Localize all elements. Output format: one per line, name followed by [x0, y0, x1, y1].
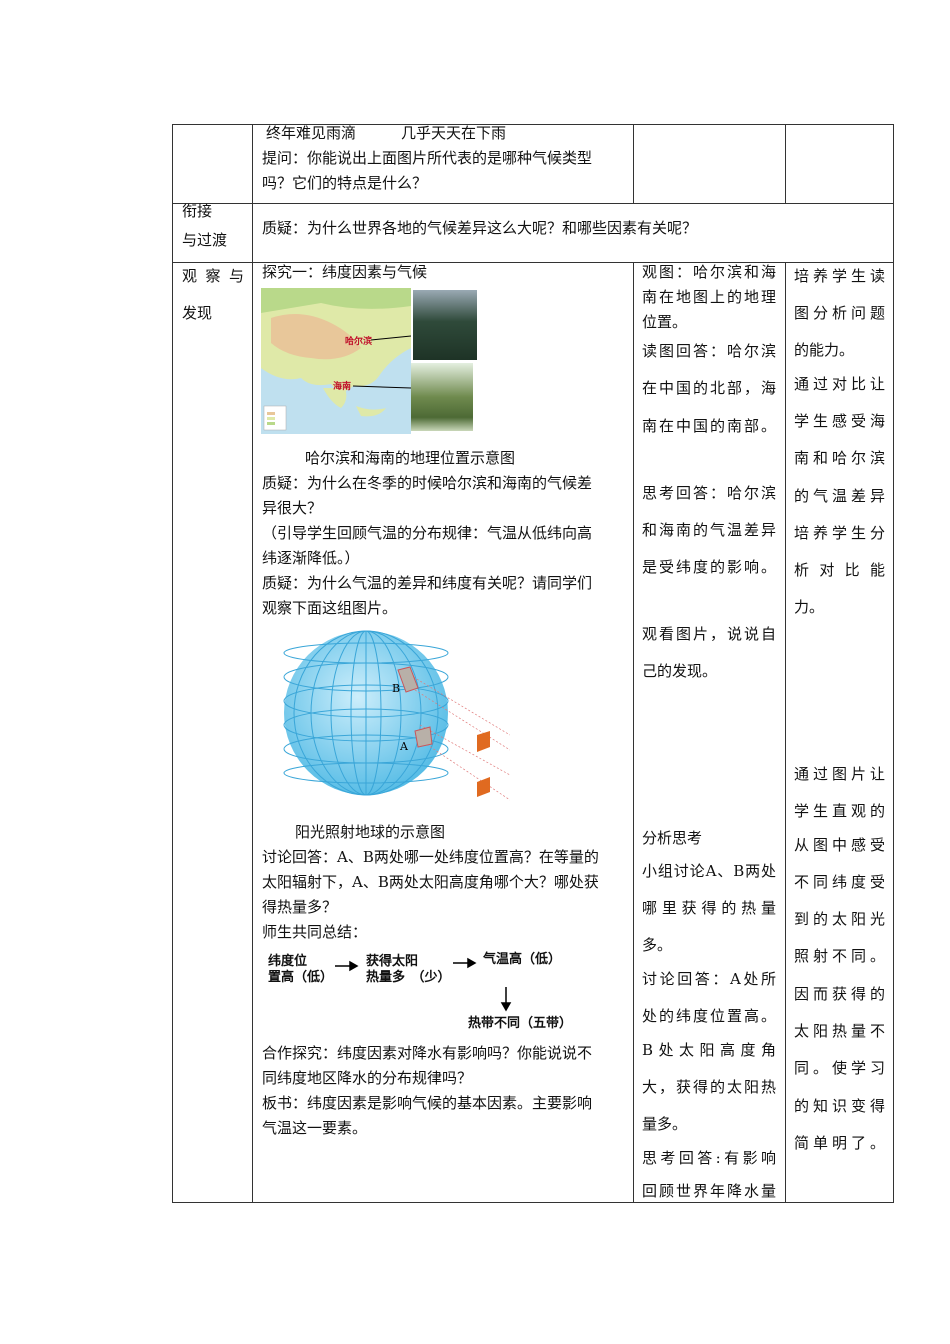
arrow-right-icon: [467, 957, 477, 969]
student-activity-line: 观图：哈尔滨和海: [642, 263, 776, 281]
text-line: 异很大？: [262, 499, 323, 517]
table-border: [172, 124, 173, 1203]
student-activity-line: 在中国的北部，海: [642, 379, 776, 397]
column-divider: [633, 262, 634, 1203]
design-intent-line: 太阳热量不: [794, 1022, 885, 1040]
globe-label-b: B: [392, 682, 400, 695]
row-label: 衔接: [182, 202, 213, 220]
design-intent-line: 力。: [794, 598, 825, 616]
design-intent-line: 析对比能: [794, 561, 885, 579]
row-label: 发现: [182, 304, 213, 322]
transition-question: 质疑：为什么世界各地的气候差异这么大呢？和哪些因素有关呢？: [262, 219, 698, 237]
student-activity-line: 是受纬度的影响。: [642, 558, 776, 576]
student-activity-line: 分析思考: [642, 829, 703, 847]
question-line: 提问：你能说出上面图片所代表的是哪种气候类型: [262, 149, 593, 167]
text-line: （引导学生回顾气温的分布规律：气温从低纬向高: [262, 524, 593, 542]
student-activity-line: 南在中国的南部。: [642, 417, 776, 435]
student-activity-line: 讨论回答：A处所: [642, 970, 776, 988]
table-border: [893, 124, 894, 1203]
student-activity-line: 思考回答:有影响: [642, 1149, 776, 1167]
map-label-hainan: 海南: [333, 382, 352, 392]
student-activity-line: 位置。: [642, 313, 688, 331]
design-intent-line: 简单明了。: [794, 1134, 885, 1152]
column-divider: [633, 124, 634, 204]
text-line: 师生共同总结：: [262, 923, 368, 941]
design-intent-line: 的气温差异: [794, 487, 885, 505]
forest-photo: [413, 290, 477, 360]
design-intent-line: 图分析问题: [794, 304, 885, 322]
flow-arrows: [335, 957, 512, 1012]
student-activity-line: 己的发现。: [642, 662, 718, 680]
student-activity-line: 回顾世界年降水量: [642, 1182, 776, 1200]
design-intent-line: 的知识变得: [794, 1097, 885, 1115]
text-line: 得热量多？: [262, 898, 338, 916]
text-line: 观察下面这组图片。: [262, 599, 398, 617]
student-activity-line: 思考回答：哈尔滨: [642, 484, 776, 502]
question-line: 终年难见雨滴 几乎天天在下雨: [266, 124, 507, 142]
globe-caption: 阳光照射地球的示意图: [295, 823, 446, 841]
globe-label-a: A: [399, 740, 409, 753]
column-divider: [785, 124, 786, 204]
map-label-harbin: 哈尔滨: [345, 337, 373, 347]
arrow-right-icon: [349, 960, 359, 972]
text-line: 讨论回答：A、B两处哪一处纬度位置高？在等量的: [262, 848, 599, 866]
student-activity-line: B处太阳高度角: [642, 1041, 776, 1059]
flow-box-zones: 热带不同（五带）: [468, 1016, 573, 1031]
design-intent-line: 同。使学习: [794, 1059, 885, 1077]
question-line: 吗？它们的特点是什么？: [262, 174, 428, 192]
arrow-down-icon: [500, 1002, 512, 1012]
text-line: 气温这一要素。: [262, 1119, 368, 1137]
student-activity-line: 观看图片，说说自: [642, 625, 776, 643]
design-intent-line: 培养学生读: [794, 267, 885, 285]
text-line: 太阳辐射下，A、B两处太阳高度角哪个大？哪处获: [262, 873, 599, 891]
student-activity-line: 大，获得的太阳热: [642, 1078, 776, 1096]
design-intent-line: 学生感受海: [794, 412, 885, 430]
design-intent-line: 从图中感受: [794, 836, 885, 854]
student-activity-line: 小组讨论A、B两处: [642, 862, 776, 880]
row-label: 与过渡: [182, 231, 228, 249]
student-activity-line: 读图回答：哈尔滨: [642, 342, 776, 360]
row-label: 观察与: [182, 267, 244, 285]
text-line: 质疑：为什么气温的差异和纬度有关呢？请同学们: [262, 574, 593, 592]
text-line: 纬逐渐降低。）: [262, 549, 360, 567]
section-heading: 探究一：纬度因素与气候: [262, 263, 428, 281]
design-intent-line: 南和哈尔滨: [794, 449, 885, 467]
design-intent-line: 照射不同。: [794, 947, 885, 965]
design-intent-line: 通过对比让: [794, 375, 885, 393]
text-line: 质疑：为什么在冬季的时候哈尔滨和海南的气候差: [262, 474, 593, 492]
palm-photo: [411, 363, 473, 431]
column-divider: [785, 262, 786, 1203]
design-intent-line: 培养学生分: [794, 524, 885, 542]
design-intent-line: 到的太阳光: [794, 910, 885, 928]
student-activity-line: 南在地图上的地理: [642, 288, 776, 306]
design-intent-line: 的能力。: [794, 341, 855, 359]
flow-box-latitude: 纬度位 置高（低）: [268, 954, 334, 985]
harbin-hainan-map: 哈尔滨 海南: [261, 288, 412, 434]
lesson-plan-page: 终年难见雨滴 几乎天天在下雨提问：你能说出上面图片所代表的是哪种气候类型 吗？它们…: [0, 0, 950, 1344]
student-activity-line: 和海南的气温差异: [642, 521, 776, 539]
student-activity-line: 多。: [642, 936, 673, 954]
sunlight-globe-diagram: B A: [270, 625, 511, 810]
design-intent-line: 不同纬度受: [794, 873, 885, 891]
text-line: 同纬度地区降水的分布规律吗？: [262, 1069, 473, 1087]
text-line: 合作探究：纬度因素对降水有影响吗？你能说说不: [262, 1044, 593, 1062]
student-activity-line: 量多。: [642, 1115, 688, 1133]
column-divider: [252, 124, 253, 1203]
student-activity-line: 哪里获得的热量: [642, 899, 776, 917]
text-line: 板书：纬度因素是影响气候的基本因素。主要影响: [262, 1094, 593, 1112]
design-intent-line: 学生直观的: [794, 802, 885, 820]
student-activity-line: 处的纬度位置高。: [642, 1007, 776, 1025]
map-caption: 哈尔滨和海南的地理位置示意图: [305, 449, 516, 467]
design-intent-line: 因而获得的: [794, 985, 885, 1003]
design-intent-line: 通过图片让: [794, 765, 885, 783]
